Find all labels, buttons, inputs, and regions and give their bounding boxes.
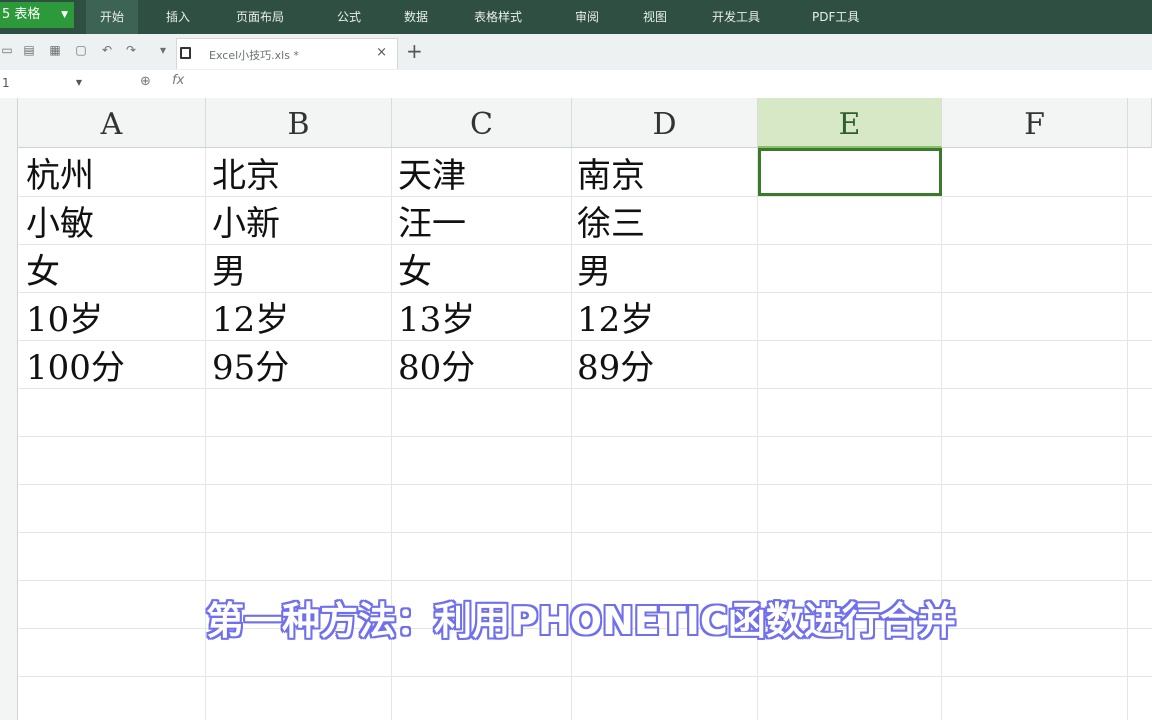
column-header-a[interactable]: A [18,98,206,148]
menu-tab-pdf-tools[interactable]: PDF工具 [812,0,859,34]
cell-d2[interactable]: 徐三 [577,198,645,246]
menu-bar: 5 表格 ▼ 开始 插入 页面布局 公式 数据 表格样式 审阅 视图 开发工具 … [0,0,1152,34]
print-preview-icon[interactable]: ▦ [48,43,62,57]
print-icon[interactable]: ▤ [22,43,36,57]
chevron-down-icon: ▼ [61,10,68,20]
cell-b3[interactable]: 男 [212,246,246,294]
cell-a3[interactable]: 女 [26,246,60,294]
undo-icon[interactable]: ↶ [100,43,114,57]
grid-line [18,676,1152,677]
cell-c3[interactable]: 女 [398,246,432,294]
grid-line [18,484,1152,485]
open-folder-icon[interactable]: ▭ [0,43,14,57]
cell-a2[interactable]: 小敏 [26,198,94,246]
column-header-c[interactable]: C [392,98,572,148]
cell-b5[interactable]: 95分 [212,342,289,390]
menu-tab-data[interactable]: 数据 [404,0,428,34]
menu-tab-insert[interactable]: 插入 [166,0,190,34]
column-header-e[interactable]: E [758,98,942,148]
column-header-d[interactable]: D [572,98,758,148]
column-header-b[interactable]: B [206,98,392,148]
cell-a5[interactable]: 100分 [26,342,125,390]
cell-b4[interactable]: 12岁 [212,294,289,342]
quick-access-dropdown-icon[interactable]: ▾ [156,43,170,57]
name-box-value: 1 [2,76,10,90]
menu-tab-view[interactable]: 视图 [643,0,667,34]
copy-icon[interactable]: ▢ [74,43,88,57]
cell-b1[interactable]: 北京 [212,150,280,198]
document-tab[interactable]: Excel小技巧.xls * × [176,38,398,69]
function-icon[interactable]: fx [172,73,184,88]
formula-bar: 1 ▼ ⊕ fx [0,70,1152,99]
menu-tab-table-style[interactable]: 表格样式 [474,0,522,34]
menu-tab-page-layout[interactable]: 页面布局 [236,0,284,34]
grid-line [18,436,1152,437]
column-header-partial[interactable] [1128,98,1152,148]
video-subtitle: 第一种方法：利用PHONETIC函数进行合并 [206,599,956,643]
grid-line [18,580,1152,581]
chevron-down-icon[interactable]: ▼ [76,72,82,94]
redo-icon[interactable]: ↷ [124,43,138,57]
cell-c5[interactable]: 80分 [398,342,475,390]
grid-line [18,532,1152,533]
cell-b2[interactable]: 小新 [212,198,280,246]
document-tab-label: Excel小技巧.xls * [209,49,299,62]
zoom-search-icon[interactable]: ⊕ [140,74,151,89]
cell-c4[interactable]: 13岁 [398,294,475,342]
close-icon[interactable]: × [376,45,387,60]
column-header-f[interactable]: F [942,98,1128,148]
cell-c1[interactable]: 天津 [398,150,466,198]
spreadsheet-file-icon [180,47,191,59]
name-box[interactable]: 1 ▼ [0,72,88,94]
add-tab-button[interactable]: + [406,41,423,61]
cell-a4[interactable]: 10岁 [26,294,103,342]
active-cell-e1[interactable] [758,148,942,196]
cell-d4[interactable]: 12岁 [577,294,654,342]
menu-tab-formulas[interactable]: 公式 [337,0,361,34]
menu-tab-home[interactable]: 开始 [86,0,138,34]
menu-tab-review[interactable]: 审阅 [575,0,599,34]
cell-d3[interactable]: 男 [577,246,611,294]
app-label: 5 表格 [2,7,41,22]
cell-d1[interactable]: 南京 [577,150,645,198]
cell-a1[interactable]: 杭州 [26,150,94,198]
cell-d5[interactable]: 89分 [577,342,654,390]
cell-c2[interactable]: 汪一 [398,198,466,246]
document-tab-bar: ▭ ▤ ▦ ▢ ↶ ↷ ▾ Excel小技巧.xls * × + [0,34,1152,71]
app-menu-button[interactable]: 5 表格 ▼ [0,2,74,28]
menu-tab-developer[interactable]: 开发工具 [712,0,760,34]
